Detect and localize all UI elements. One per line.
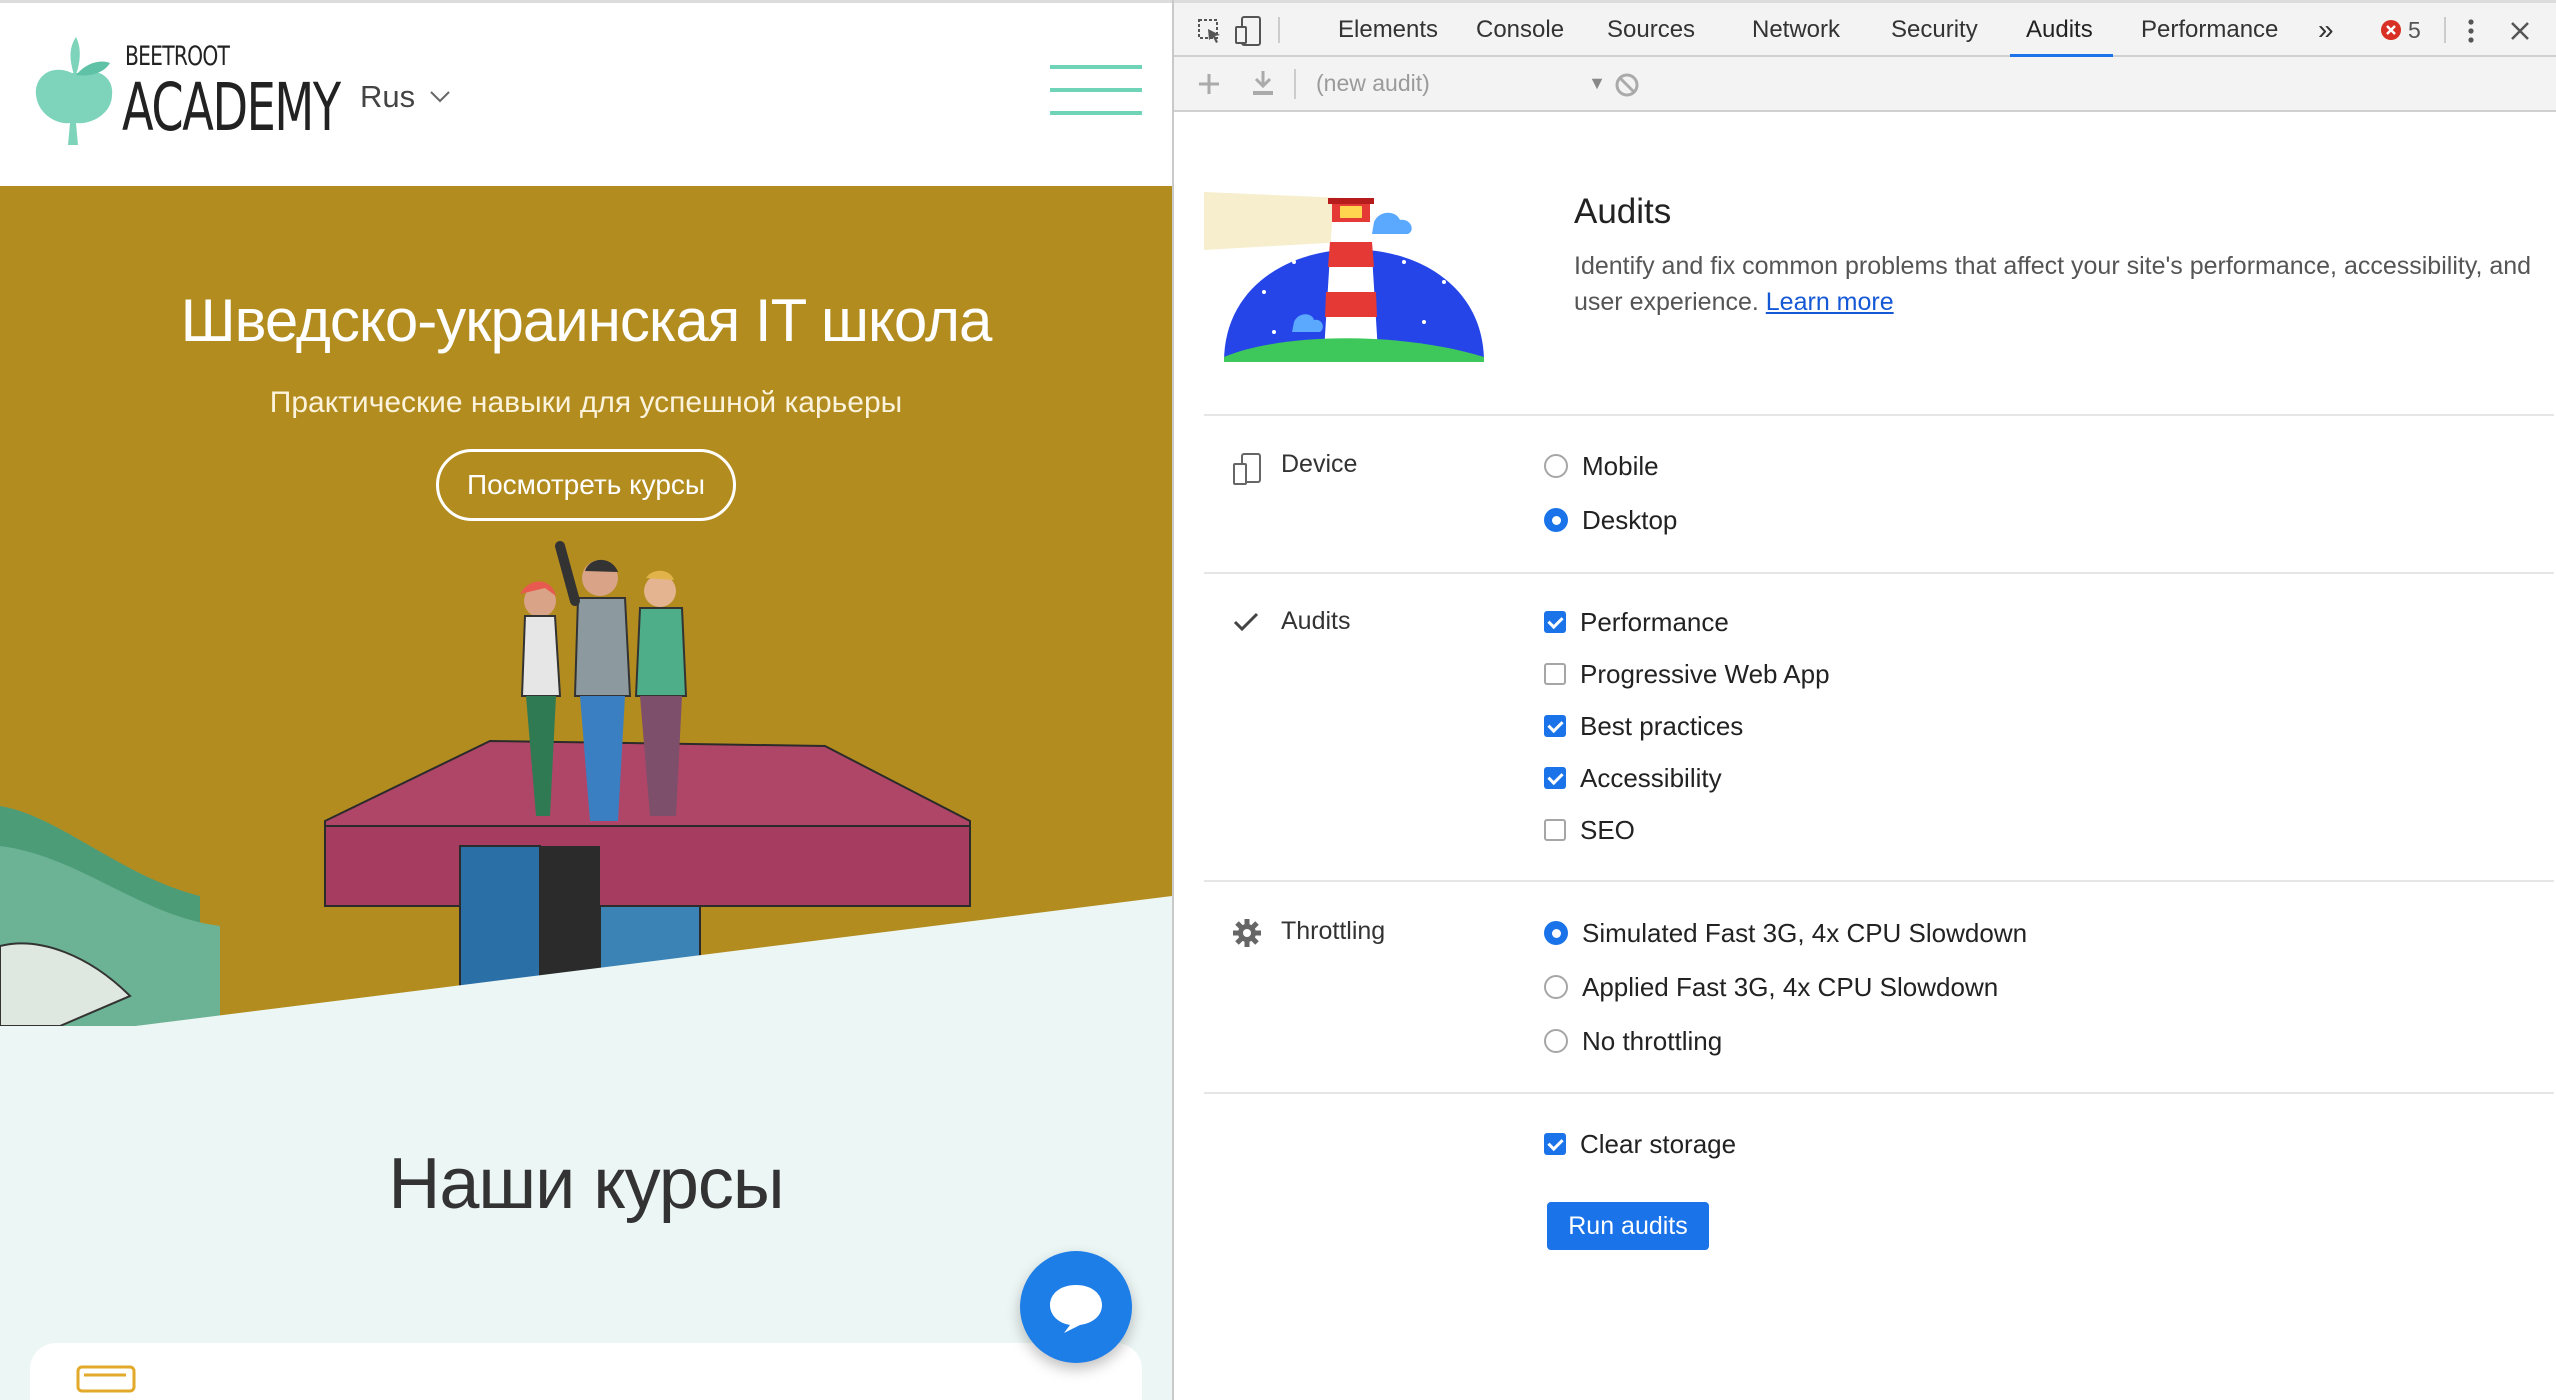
- course-card[interactable]: [30, 1343, 1142, 1400]
- menu-line-icon: [1050, 111, 1142, 115]
- throttling-option-label: Simulated Fast 3G, 4x CPU Slowdown: [1582, 917, 2028, 948]
- audits-header: Audits Identify and fix common problems …: [1204, 112, 2534, 412]
- checkbox-checked[interactable]: [1544, 715, 1566, 737]
- hero-diagonal-shape: [0, 896, 1172, 1026]
- audit-option-seo[interactable]: SEO: [1544, 812, 1635, 848]
- site-header: BEETROOT ACADEMY Rus: [0, 3, 1172, 186]
- devtools-panel: Elements Console Sources Network Securit…: [1174, 0, 2556, 1400]
- checkbox[interactable]: [1544, 819, 1566, 841]
- error-count: 5: [2408, 16, 2421, 43]
- device-option-desktop[interactable]: Desktop: [1544, 502, 1677, 538]
- tab-network[interactable]: Network: [1752, 3, 1840, 57]
- language-selector[interactable]: Rus: [360, 79, 451, 115]
- clear-block-icon[interactable]: [1614, 72, 1640, 98]
- device-toolbar-icon[interactable]: [1234, 15, 1264, 47]
- audit-option-best-practices[interactable]: Best practices: [1544, 708, 1743, 744]
- hamburger-menu-button[interactable]: [1050, 61, 1142, 119]
- kebab-menu-icon[interactable]: [2464, 17, 2478, 45]
- chat-button[interactable]: [1020, 1251, 1132, 1363]
- section-divider: [1204, 414, 2554, 416]
- gear-icon: [1233, 919, 1261, 947]
- chat-bubble-icon: [1050, 1285, 1102, 1333]
- toolbar-separator: [1294, 69, 1296, 99]
- learn-more-link[interactable]: Learn more: [1766, 288, 1894, 316]
- hero-section: Шведско-украинская IT школа Практические…: [0, 186, 1172, 1026]
- language-label: Rus: [360, 79, 416, 114]
- radio-button-selected[interactable]: [1544, 508, 1568, 532]
- audit-option-pwa[interactable]: Progressive Web App: [1544, 656, 1830, 692]
- section-divider: [1204, 1092, 2554, 1094]
- chevron-down-icon: [430, 91, 450, 103]
- site-logo[interactable]: BEETROOT ACADEMY: [30, 33, 341, 148]
- courses-section-title: Наши курсы: [388, 1144, 784, 1224]
- audits-title: Audits: [1574, 192, 1672, 231]
- audit-option-label: Performance: [1580, 606, 1729, 637]
- audit-report-select[interactable]: (new audit) ▼: [1316, 57, 1606, 110]
- checkmark-icon: [1233, 612, 1259, 632]
- device-section-label: Device: [1281, 450, 1358, 478]
- throttling-option-none[interactable]: No throttling: [1544, 1023, 1722, 1059]
- throttling-option-label: No throttling: [1582, 1025, 1723, 1056]
- audit-option-label: Best practices: [1580, 710, 1744, 741]
- checkbox-checked[interactable]: [1544, 1133, 1566, 1155]
- audits-section-label: Audits: [1281, 607, 1351, 635]
- device-icon: [1233, 453, 1261, 485]
- audit-option-label: Accessibility: [1580, 762, 1722, 793]
- device-option-mobile[interactable]: Mobile: [1544, 448, 1659, 484]
- error-counter[interactable]: 5: [2380, 15, 2421, 45]
- tab-performance[interactable]: Performance: [2141, 3, 2278, 57]
- audit-option-label: Progressive Web App: [1580, 658, 1830, 689]
- plus-icon[interactable]: [1196, 71, 1222, 97]
- radio-button[interactable]: [1544, 454, 1568, 478]
- run-audits-button[interactable]: Run audits: [1547, 1202, 1709, 1250]
- download-icon[interactable]: [1250, 69, 1276, 97]
- course-icon: [76, 1365, 136, 1393]
- lighthouse-logo-icon: [1204, 192, 1484, 362]
- menu-line-icon: [1050, 65, 1142, 69]
- clear-storage-option[interactable]: Clear storage: [1544, 1126, 1736, 1162]
- tab-console[interactable]: Console: [1476, 3, 1564, 57]
- tab-security[interactable]: Security: [1891, 3, 1978, 57]
- section-divider: [1204, 572, 2554, 574]
- audit-option-label: SEO: [1580, 814, 1635, 845]
- radio-button[interactable]: [1544, 975, 1568, 999]
- audit-option-performance[interactable]: Performance: [1544, 604, 1729, 640]
- tab-audits[interactable]: Audits: [2010, 3, 2113, 57]
- error-icon: [2381, 20, 2401, 40]
- menu-line-icon: [1050, 88, 1142, 92]
- inspect-element-icon[interactable]: [1196, 17, 1224, 45]
- clear-storage-label: Clear storage: [1580, 1128, 1737, 1159]
- audits-toolbar: (new audit) ▼: [1174, 57, 2556, 112]
- devtools-tabbar: Elements Console Sources Network Securit…: [1174, 0, 2556, 57]
- checkbox-checked[interactable]: [1544, 611, 1566, 633]
- throttling-option-applied[interactable]: Applied Fast 3G, 4x CPU Slowdown: [1544, 969, 1998, 1005]
- website-viewport: BEETROOT ACADEMY Rus Шведско-украинская …: [0, 0, 1172, 1400]
- device-option-label: Desktop: [1582, 504, 1678, 535]
- audit-option-accessibility[interactable]: Accessibility: [1544, 760, 1722, 796]
- throttling-option-simulated[interactable]: Simulated Fast 3G, 4x CPU Slowdown: [1544, 915, 2027, 951]
- throttling-option-label: Applied Fast 3G, 4x CPU Slowdown: [1582, 971, 1999, 1002]
- device-option-label: Mobile: [1582, 450, 1659, 481]
- toolbar-separator: [2444, 17, 2446, 43]
- checkbox-checked[interactable]: [1544, 767, 1566, 789]
- tab-sources[interactable]: Sources: [1607, 3, 1695, 57]
- beetroot-logo-icon: [35, 37, 113, 145]
- logo-text-small: BEETROOT: [125, 41, 230, 72]
- close-icon[interactable]: [2508, 19, 2532, 43]
- toolbar-separator: [1278, 17, 1280, 43]
- audits-description: Identify and fix common problems that af…: [1574, 248, 2534, 320]
- audit-select-value: (new audit): [1316, 70, 1430, 96]
- section-divider: [1204, 880, 2554, 882]
- dropdown-caret-icon: ▼: [1588, 73, 1606, 93]
- more-tabs-button[interactable]: »: [2318, 3, 2334, 57]
- radio-button-selected[interactable]: [1544, 921, 1568, 945]
- audits-description-text: Identify and fix common problems that af…: [1574, 252, 2532, 316]
- throttling-section-label: Throttling: [1281, 917, 1386, 945]
- tab-elements[interactable]: Elements: [1338, 3, 1438, 57]
- radio-button[interactable]: [1544, 1029, 1568, 1053]
- logo-text-big: ACADEMY: [122, 69, 341, 146]
- checkbox[interactable]: [1544, 663, 1566, 685]
